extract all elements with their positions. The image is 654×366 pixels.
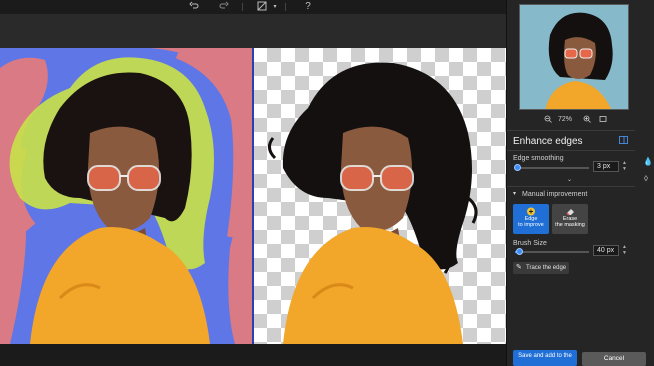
canvas-area — [0, 14, 506, 344]
toolbar-separator — [285, 3, 286, 11]
brush-size-label: Brush Size — [513, 240, 547, 247]
drop-icon[interactable]: 💧 — [643, 157, 653, 166]
redo-icon[interactable] — [217, 1, 231, 13]
edge-smoothing-stepper-down[interactable]: ▼ — [622, 167, 627, 172]
section-divider — [507, 150, 635, 151]
erase-masking-button[interactable]: Erase the masking — [552, 204, 588, 234]
top-toolbar: ▾ ? — [0, 0, 506, 14]
canvas-header — [0, 14, 506, 48]
eraser-icon — [565, 207, 575, 216]
compare-icon[interactable] — [255, 1, 269, 13]
trace-edge-button[interactable]: ✎ Trace the edge — [513, 262, 569, 274]
split-divider[interactable] — [252, 48, 254, 344]
brush-size-input[interactable]: 40 px — [593, 245, 619, 256]
save-and-add-button[interactable]: Save and add to the — [513, 350, 577, 366]
original-image-with-mask[interactable] — [0, 48, 253, 344]
brush-plus-icon — [526, 207, 536, 216]
zoom-out-icon[interactable] — [544, 115, 552, 125]
manual-improvement-title: Manual improvement — [522, 191, 588, 198]
brush-size-slider-knob[interactable] — [515, 248, 523, 255]
erase-label-line2: the masking — [555, 222, 585, 228]
cutout-preview[interactable] — [253, 48, 506, 344]
panel-icon[interactable] — [619, 136, 628, 146]
undo-icon[interactable] — [187, 1, 201, 13]
brush-size-slider[interactable] — [515, 248, 589, 255]
brush-size-stepper-down[interactable]: ▼ — [622, 251, 627, 256]
enhance-edges-title: Enhance edges — [513, 136, 583, 147]
trace-edge-label: Trace the edge — [526, 265, 567, 271]
droplet-outline-icon[interactable]: ◊ — [644, 174, 648, 183]
bottom-bar — [0, 344, 506, 366]
cancel-button[interactable]: Cancel — [582, 352, 646, 366]
toolbar-separator — [242, 3, 243, 11]
edge-to-improve-label-line2: to improve — [518, 222, 544, 228]
edge-smoothing-slider[interactable] — [514, 164, 589, 171]
zoom-controls: 72% — [507, 114, 643, 128]
edge-smoothing-slider-knob[interactable] — [514, 164, 522, 171]
zoom-in-icon[interactable] — [583, 115, 591, 125]
section-divider — [507, 130, 635, 131]
edge-to-improve-button[interactable]: Edge to improve — [513, 204, 549, 234]
section-divider — [507, 186, 635, 187]
edge-smoothing-label: Edge smoothing — [513, 155, 564, 162]
fit-screen-icon[interactable] — [599, 115, 607, 125]
help-button[interactable]: ? — [301, 1, 315, 13]
right-sidebar: 72% Enhance edges Edge smoothing 3 px ▲ … — [506, 0, 654, 366]
zoom-level: 72% — [558, 116, 573, 123]
pen-icon: ✎ — [516, 264, 522, 271]
side-tool-strip: 💧 ◊ — [641, 150, 654, 190]
manual-improvement-toggle-icon[interactable]: ▾ — [513, 190, 516, 197]
expand-icon[interactable]: ⌄ — [567, 176, 572, 183]
chevron-down-icon[interactable]: ▾ — [268, 1, 282, 13]
edge-smoothing-input[interactable]: 3 px — [593, 161, 619, 172]
navigator-thumbnail[interactable] — [519, 4, 629, 110]
